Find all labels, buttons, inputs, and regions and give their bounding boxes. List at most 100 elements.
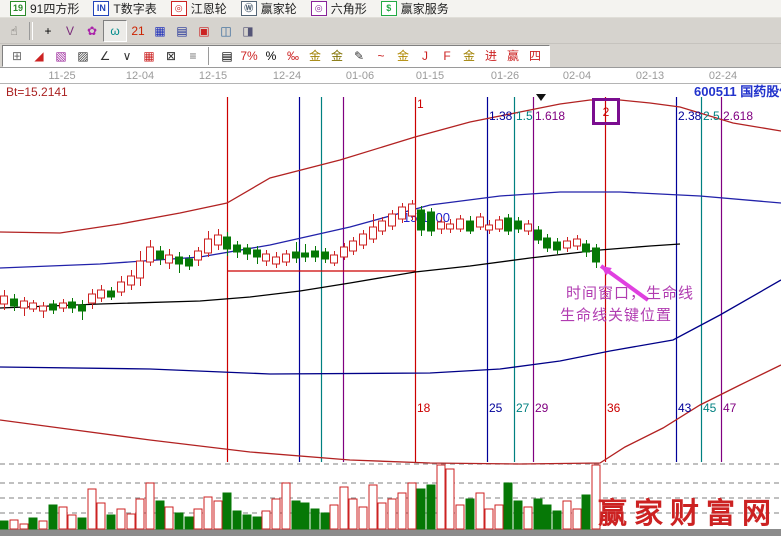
volume-bar	[495, 505, 503, 529]
candle-body	[496, 220, 503, 229]
candle-body	[40, 306, 47, 311]
percent7-icon[interactable]: 7%	[238, 46, 260, 66]
gann-box-dark-icon[interactable]: ▨	[72, 46, 94, 66]
angle-jin-icon[interactable]: 进	[480, 46, 502, 66]
volume-bar	[10, 520, 18, 529]
candle-body	[312, 251, 319, 257]
bar-stats-icon[interactable]: ▤	[216, 46, 238, 66]
angle-lines-icon[interactable]: ∠	[94, 46, 116, 66]
web-doc-icon[interactable]: ◫	[215, 21, 237, 41]
annotation-line2: 生命线关键位置	[560, 308, 672, 323]
candle-body	[98, 290, 105, 298]
gold-lines-icon[interactable]: 金	[326, 46, 348, 66]
volume-bar	[156, 501, 164, 529]
angle-marker-icon[interactable]: V	[59, 21, 81, 41]
angle-f-icon[interactable]: F	[436, 46, 458, 66]
gold-underline-icon[interactable]: 金	[392, 46, 414, 66]
candle-body	[195, 251, 202, 260]
angle-si-icon[interactable]: 四	[524, 46, 546, 66]
square-grid-tool-icon[interactable]: ⊞	[6, 46, 28, 66]
candle-body	[1, 296, 8, 304]
candle-body	[79, 305, 86, 311]
zigzag-tool-icon[interactable]: ∨	[116, 46, 138, 66]
volume-bar	[20, 524, 28, 529]
candle-body	[11, 299, 18, 306]
parallel-lines-icon[interactable]: ≡	[182, 46, 204, 66]
candle-body	[69, 302, 76, 308]
menu-winner-service[interactable]: $赢家服务	[381, 0, 449, 17]
menu-winner-wheel[interactable]: Ⓦ赢家轮	[241, 0, 297, 17]
wave-tool-icon[interactable]: ω	[103, 20, 127, 42]
candle-body	[467, 221, 474, 231]
candle-body	[186, 259, 193, 266]
toolbar-separator	[29, 22, 33, 40]
save-floppy-icon[interactable]: ▣	[193, 21, 215, 41]
candle-body	[389, 214, 396, 226]
candle-body	[322, 252, 329, 259]
candle-body	[89, 294, 96, 303]
volume-bar	[408, 483, 416, 529]
toolbar-main: ☝ +V✿ω21▦▤▣◫◨	[0, 18, 781, 44]
candle-body	[583, 244, 590, 252]
candle-body	[544, 238, 551, 248]
angle-j-icon[interactable]: J	[414, 46, 436, 66]
candle-body	[360, 234, 367, 245]
cycle-count-label: 29	[535, 402, 548, 414]
candle-body	[224, 237, 231, 249]
brush-icon[interactable]: ✎	[348, 46, 370, 66]
volume-bar	[214, 501, 222, 529]
grid-red-icon[interactable]: ▦	[138, 46, 160, 66]
volume-bar	[301, 503, 309, 529]
cycle-2-label: 2	[603, 105, 610, 119]
menu-gann-wheel[interactable]: ◎江恩轮	[171, 0, 227, 17]
pan-hand-icon[interactable]: ☝	[3, 21, 25, 41]
candle-body	[176, 257, 183, 264]
volume-bar	[582, 495, 590, 529]
print-setup-icon[interactable]: ◨	[237, 21, 259, 41]
gann-shape-icon[interactable]: ✿	[81, 21, 103, 41]
menu-hexagon[interactable]: ◎六角形	[311, 0, 367, 17]
percent-icon[interactable]: %	[260, 46, 282, 66]
candle-body	[205, 239, 212, 253]
menu-digit-table[interactable]: INT数字表	[93, 0, 156, 17]
volume-bar	[476, 493, 484, 529]
cycle-top-label: 1.618	[535, 110, 565, 122]
percent-lines-icon[interactable]: ‰	[282, 46, 304, 66]
gann-fan-red-icon[interactable]: ◢	[28, 46, 50, 66]
candle-body	[234, 245, 241, 252]
candle-body	[50, 304, 57, 310]
candle-body	[525, 224, 532, 231]
volume-bar	[417, 489, 425, 529]
wave-a-icon[interactable]: ~	[370, 46, 392, 66]
chart-area[interactable]: Bt=15.2141 600511 国药股份 15.1800 2 时间窗口，生命…	[0, 84, 781, 536]
notebook-icon[interactable]: ▤	[171, 21, 193, 41]
volume-bar	[262, 511, 270, 529]
candle-body	[118, 282, 125, 292]
menu-gann-wheel-label: 江恩轮	[191, 0, 227, 17]
menu-square91[interactable]: 1991四方形	[10, 0, 79, 17]
cycle-top-label: 1	[417, 98, 424, 110]
volume-bar	[427, 485, 435, 529]
grid-arrow-icon[interactable]: ⊠	[160, 46, 182, 66]
date-tick-label: 01-15	[416, 70, 444, 82]
gold-circle-icon[interactable]: 金	[304, 46, 326, 66]
candle-body	[128, 276, 135, 285]
symbol-label: 600511 国药股份	[694, 85, 781, 98]
calendar-21-icon[interactable]: 21	[127, 21, 149, 41]
volume-bar	[485, 509, 493, 529]
candle-body	[379, 221, 386, 231]
crosshair-icon[interactable]: +	[37, 21, 59, 41]
candle-body	[515, 221, 522, 229]
candle-body	[254, 250, 261, 257]
volume-bar	[127, 514, 135, 529]
calculator-icon[interactable]: ▦	[149, 21, 171, 41]
volume-bar	[223, 493, 231, 529]
gann-box-purple-icon[interactable]: ▧	[50, 46, 72, 66]
cycle-top-label: 1.38	[489, 110, 512, 122]
volume-bar	[311, 509, 319, 529]
angle-gold-icon[interactable]: 金	[458, 46, 480, 66]
volume-bar	[466, 499, 474, 529]
volume-bar	[359, 507, 367, 529]
volume-bar	[194, 509, 202, 529]
angle-ying-icon[interactable]: 赢	[502, 46, 524, 66]
